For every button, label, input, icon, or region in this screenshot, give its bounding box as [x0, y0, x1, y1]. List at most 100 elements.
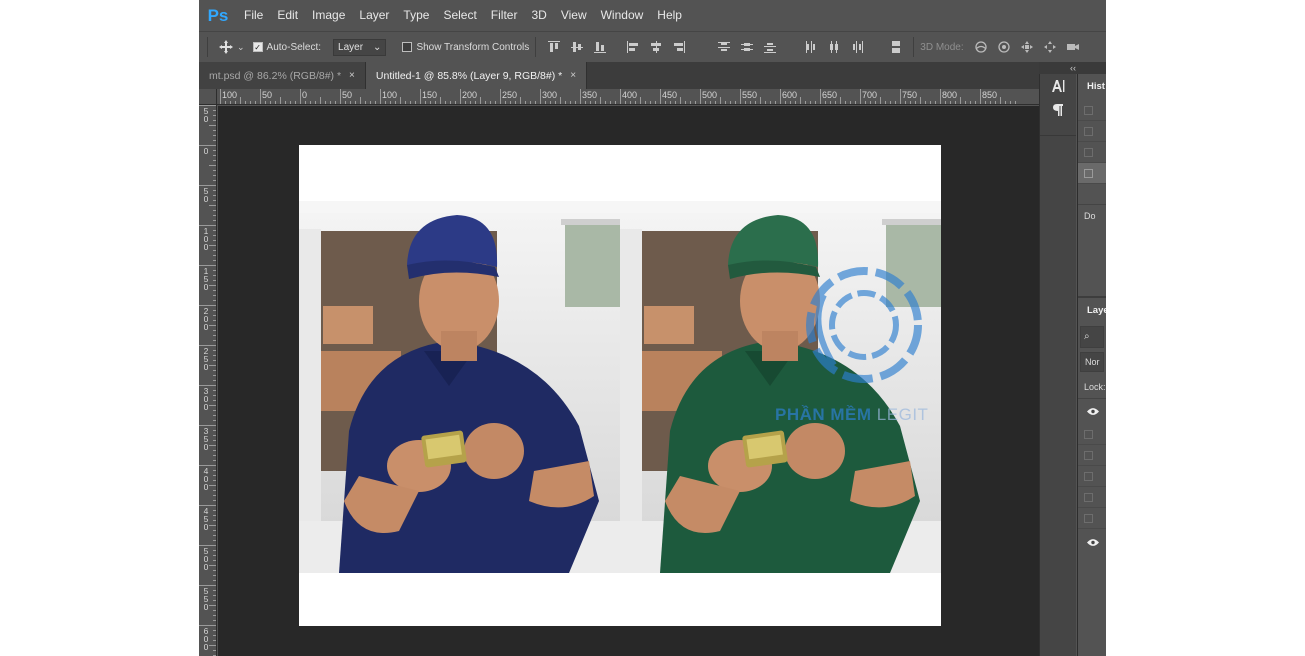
show-transform-checkbox[interactable] [402, 42, 413, 52]
layers-search[interactable]: ⌕ [1080, 326, 1104, 348]
distribute-hcenter-icon[interactable] [825, 39, 842, 56]
horizontal-ruler[interactable]: 100 50 0 50 100 150 200 250 300 350 400 450 500 550 60… [217, 89, 1039, 105]
align-vcenter-icon[interactable] [568, 39, 585, 56]
align-left-icon[interactable] [624, 39, 641, 56]
ruler-minor-tick [505, 101, 506, 104]
ruler-minor-tick [213, 460, 216, 461]
menu-layer[interactable]: Layer [352, 0, 396, 31]
distribute-bottom-icon[interactable] [761, 39, 778, 56]
distribute-right-icon[interactable] [848, 39, 865, 56]
ruler-tick [580, 89, 581, 104]
canvas-area[interactable]: PHẦN MỀM LEGIT [218, 106, 1039, 656]
align-right-icon[interactable] [670, 39, 687, 56]
ruler-minor-tick [213, 120, 216, 121]
3d-orbit-icon[interactable] [973, 39, 990, 56]
align-hcenter-icon[interactable] [647, 39, 664, 56]
ruler-tick [199, 505, 216, 506]
3d-roll-icon[interactable] [996, 39, 1013, 56]
ruler-minor-tick [525, 101, 526, 104]
menu-filter[interactable]: Filter [484, 0, 525, 31]
history-row[interactable] [1078, 100, 1106, 121]
character-panel-icon[interactable] [1040, 74, 1075, 98]
ruler-minor-tick [855, 101, 856, 104]
menu-file[interactable]: File [237, 0, 270, 31]
vertical-ruler[interactable]: 50 0 50 100 150 200 250 300 350 400 450 500 550 600 [199, 105, 217, 656]
ruler-tick [199, 385, 216, 386]
layer-row[interactable] [1078, 466, 1106, 487]
ruler-minor-tick [315, 101, 316, 104]
document-tab-bar: mt.psd @ 86.2% (RGB/8#) * × Untitled-1 @… [199, 62, 1039, 89]
panel-collapse-bar[interactable]: ‹‹ [1039, 62, 1106, 74]
ruler-minor-tick [213, 320, 216, 321]
history-panel-title[interactable]: Hist [1078, 74, 1106, 100]
menu-select[interactable]: Select [436, 0, 483, 31]
paragraph-panel-icon[interactable] [1040, 98, 1075, 122]
menu-view[interactable]: View [554, 0, 594, 31]
distribute-left-icon[interactable] [802, 39, 819, 56]
layer-row[interactable] [1078, 508, 1106, 529]
menu-help[interactable]: Help [650, 0, 689, 31]
3d-camera-icon[interactable] [1065, 39, 1082, 56]
ruler-minor-tick [685, 101, 686, 104]
layers-lock-label: Lock: [1084, 382, 1106, 392]
auto-align-icon[interactable] [887, 39, 904, 56]
ruler-minor-tick [213, 250, 216, 251]
ruler-minor-tick [945, 101, 946, 104]
align-top-icon[interactable] [545, 39, 562, 56]
menu-bar: Ps File Edit Image Layer Type Select Fil… [199, 0, 1106, 31]
blend-mode-dropdown[interactable]: Nor [1080, 352, 1104, 372]
ruler-minor-tick [213, 475, 216, 476]
ruler-tick [860, 89, 861, 104]
ruler-minor-tick [213, 240, 216, 241]
3d-pan-icon[interactable] [1019, 39, 1036, 56]
ruler-label: 550 [742, 90, 758, 100]
move-tool-icon[interactable] [217, 39, 234, 56]
menu-edit[interactable]: Edit [270, 0, 305, 31]
layer-row[interactable] [1078, 487, 1106, 508]
tab-mt-psd[interactable]: mt.psd @ 86.2% (RGB/8#) * × [199, 62, 366, 89]
eye-icon[interactable] [1078, 529, 1106, 555]
align-bottom-icon[interactable] [591, 39, 608, 56]
ruler-minor-tick [675, 101, 676, 104]
ruler-minor-tick [213, 350, 216, 351]
delivery-man-blue-image [299, 201, 620, 573]
watermark-text: PHẦN MỀM LEGIT [775, 405, 928, 425]
menu-3d[interactable]: 3D [524, 0, 553, 31]
distribute-vcenter-icon[interactable] [738, 39, 755, 56]
menu-image[interactable]: Image [305, 0, 352, 31]
history-row-selected[interactable] [1078, 163, 1106, 184]
ruler-minor-tick [213, 200, 216, 201]
layer-dropdown[interactable]: Layer ⌄ [333, 38, 387, 56]
history-row[interactable] [1078, 142, 1106, 163]
ruler-minor-tick [213, 500, 216, 501]
ruler-tick [620, 89, 621, 104]
chevron-down-icon[interactable]: ⌄ [237, 42, 245, 53]
document-canvas[interactable]: PHẦN MỀM LEGIT [299, 145, 941, 626]
ruler-minor-tick [995, 101, 996, 104]
ruler-minor-tick [440, 97, 441, 104]
tab-untitled-1[interactable]: Untitled-1 @ 85.8% (Layer 9, RGB/8#) * × [365, 62, 588, 89]
layers-panel-title[interactable]: Laye [1078, 296, 1106, 322]
ruler-minor-tick [670, 101, 671, 104]
ruler-minor-tick [213, 370, 216, 371]
layer-row[interactable] [1078, 445, 1106, 466]
layer-row[interactable] [1078, 424, 1106, 445]
ruler-minor-tick [1010, 101, 1011, 104]
ruler-minor-tick [785, 101, 786, 104]
close-icon[interactable]: × [570, 70, 576, 81]
photoshop-window: Ps File Edit Image Layer Type Select Fil… [199, 0, 1106, 656]
eye-icon[interactable] [1078, 398, 1106, 424]
history-row[interactable] [1078, 121, 1106, 142]
ruler-minor-tick [213, 295, 216, 296]
close-icon[interactable]: × [349, 70, 355, 81]
ruler-minor-tick [213, 110, 216, 111]
menu-type[interactable]: Type [396, 0, 436, 31]
menu-window[interactable]: Window [594, 0, 651, 31]
auto-select-checkbox[interactable]: ✓ [252, 42, 263, 52]
ruler-tick [199, 225, 216, 226]
ruler-minor-tick [213, 550, 216, 551]
collapse-panels-icon[interactable]: ‹‹ [1070, 63, 1076, 73]
distribute-top-icon[interactable] [715, 39, 732, 56]
ruler-corner[interactable] [199, 89, 217, 105]
3d-slide-icon[interactable] [1042, 39, 1059, 56]
